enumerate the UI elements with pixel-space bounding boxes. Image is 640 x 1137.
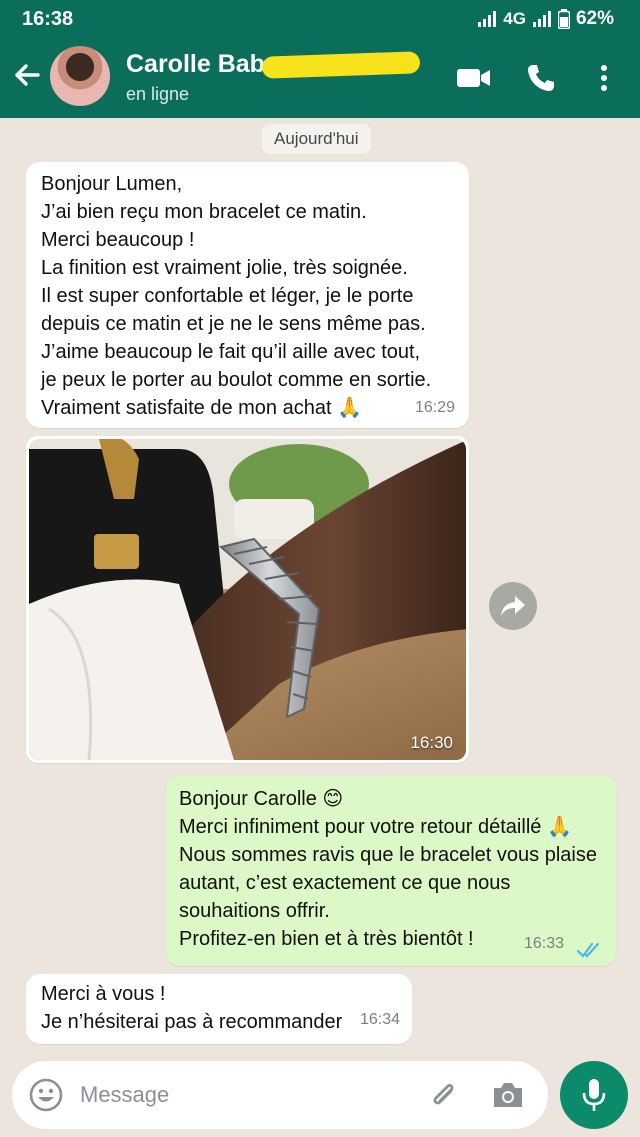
message-line: Merci infiniment pour votre retour détai…	[179, 816, 572, 838]
contact-name[interactable]: Carolle Baba	[126, 50, 279, 79]
more-vertical-icon	[601, 65, 607, 91]
message-line: Vraiment satisfaite de mon achat 🙏	[41, 397, 362, 419]
back-button[interactable]	[10, 58, 44, 92]
network-type: 4G	[503, 9, 526, 28]
message-time: 16:30	[410, 733, 453, 752]
status-time: 16:38	[22, 8, 74, 30]
avatar[interactable]	[50, 46, 110, 106]
phone-icon	[528, 65, 554, 91]
status-indicators: 4G 62%	[477, 8, 614, 30]
emoji-button[interactable]	[28, 1077, 64, 1113]
forward-icon	[501, 596, 525, 616]
video-call-button[interactable]	[456, 60, 492, 96]
message-line: Nous sommes ravis que le bracelet vous p…	[179, 844, 597, 866]
message-line: Merci à vous !	[41, 983, 166, 1005]
message-line: je peux le porter au boulot comme en sor…	[41, 369, 432, 391]
attach-button[interactable]	[426, 1077, 462, 1113]
emoji-icon	[29, 1078, 63, 1112]
image-message[interactable]: 16:30	[26, 436, 469, 763]
message-line: souhaitions offrir.	[179, 900, 330, 922]
voice-message-button[interactable]	[560, 1061, 628, 1129]
signal-icon	[478, 11, 497, 27]
message-line: J’aime beaucoup le fait qu’il aille avec…	[41, 341, 421, 363]
chat-header: 16:38 4G 62% Carolle Baba en ligne	[0, 0, 640, 118]
message-composer[interactable]: Message	[12, 1061, 548, 1129]
camera-button[interactable]	[490, 1077, 526, 1113]
status-bar: 16:38 4G 62%	[0, 0, 640, 40]
signal-icon	[532, 11, 551, 27]
presence-status: en ligne	[126, 84, 190, 104]
message-line: autant, c’est exactement ce que nous	[179, 872, 511, 894]
message-line: La finition est vraiment jolie, très soi…	[41, 257, 408, 279]
message-time: 16:33	[523, 935, 564, 952]
arrow-left-icon	[15, 64, 40, 86]
message-time: 16:34	[359, 1011, 400, 1028]
forward-button[interactable]	[489, 582, 537, 630]
message-time: 16:29	[414, 399, 455, 416]
app-bar: Carolle Baba en ligne	[0, 42, 640, 114]
message-line: Bonjour Carolle 😊	[179, 788, 344, 810]
battery-icon	[557, 9, 570, 29]
paperclip-icon	[433, 1083, 454, 1105]
incoming-message[interactable]: Merci à vous ! Je n’hésiterai pas à reco…	[26, 974, 412, 1044]
message-input[interactable]: Message	[80, 1082, 169, 1108]
message-line: depuis ce matin et je ne le sens même pa…	[41, 313, 426, 335]
message-line: J’ai bien reçu mon bracelet ce matin.	[41, 201, 367, 223]
read-receipt-icon	[576, 942, 600, 958]
redaction-highlight	[261, 51, 421, 79]
message-line: Bonjour Lumen,	[41, 173, 183, 195]
battery-percent: 62%	[575, 8, 614, 29]
conversation[interactable]: Aujourd'hui Bonjour Lumen, J’ai bien reç…	[0, 118, 640, 1137]
bracelet-photo	[29, 439, 466, 760]
video-camera-icon	[457, 69, 490, 87]
date-separator: Aujourd'hui	[262, 124, 371, 154]
outgoing-message[interactable]: Bonjour Carolle 😊 Merci infiniment pour …	[166, 776, 616, 966]
microphone-icon	[582, 1079, 606, 1111]
incoming-message[interactable]: Bonjour Lumen, J’ai bien reçu mon bracel…	[26, 162, 469, 428]
message-line: Il est super confortable et léger, je le…	[41, 285, 414, 307]
more-options-button[interactable]	[586, 60, 622, 96]
message-line: Je n’hésiterai pas à recommander	[41, 1011, 343, 1033]
voice-call-button[interactable]	[523, 60, 559, 96]
camera-icon	[494, 1083, 522, 1107]
message-line: Merci beaucoup !	[41, 229, 195, 251]
